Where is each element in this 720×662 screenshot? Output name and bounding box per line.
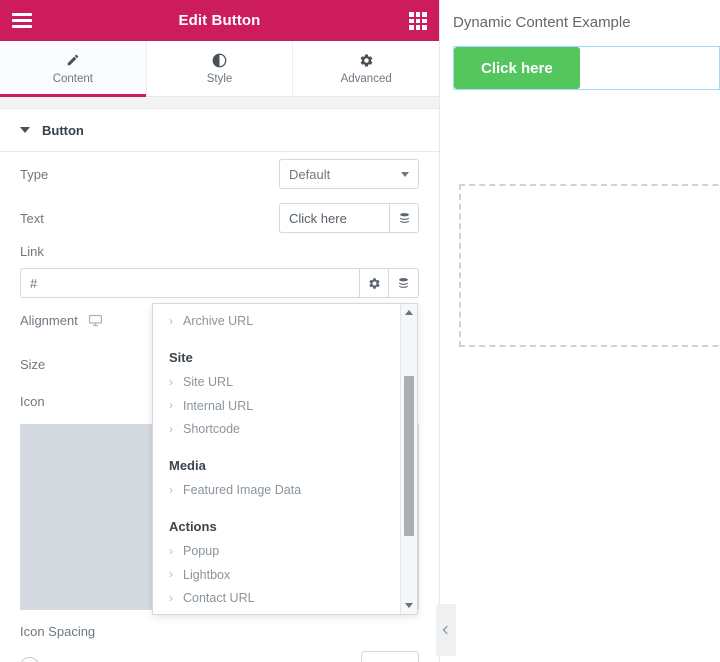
panel-tabs: Content Style Advanced xyxy=(0,41,439,97)
dropdown-item-contact-url[interactable]: Contact URL xyxy=(169,587,399,611)
dropdown-item-featured-image-data[interactable]: Featured Image Data xyxy=(169,479,399,503)
dropdown-item-lightbox[interactable]: Lightbox xyxy=(169,564,399,588)
scroll-up-icon[interactable] xyxy=(401,304,417,321)
dropdown-item-shortcode[interactable]: Shortcode xyxy=(169,418,399,442)
link-label: Link xyxy=(20,244,44,259)
dropdown-item-internal-url[interactable]: Internal URL xyxy=(169,395,399,419)
link-options-button[interactable] xyxy=(359,268,389,298)
icon-label: Icon xyxy=(20,393,45,409)
tab-content[interactable]: Content xyxy=(0,41,147,97)
elementor-editor-screen: Edit Button Content Style Advanced Butto… xyxy=(0,0,720,662)
chevron-left-icon xyxy=(442,625,452,635)
preview-page-title: Dynamic Content Example xyxy=(453,14,631,31)
contrast-icon xyxy=(212,52,227,68)
text-label: Text xyxy=(20,210,44,226)
tab-content-label: Content xyxy=(52,73,93,85)
tab-advanced[interactable]: Advanced xyxy=(293,41,439,96)
dropdown-item-popup[interactable]: Popup xyxy=(169,540,399,564)
dynamic-tags-dropdown[interactable]: Archive URL Site Site URL Internal URL S… xyxy=(152,303,418,615)
link-input-group xyxy=(20,268,419,298)
button-text-input[interactable] xyxy=(279,203,389,233)
preview-widget-wrapper[interactable]: Click here xyxy=(453,46,720,90)
dropdown-item-site-url[interactable]: Site URL xyxy=(169,371,399,395)
tab-style-label: Style xyxy=(206,73,233,85)
scroll-down-icon[interactable] xyxy=(401,597,417,614)
dropdown-item-archive-url[interactable]: Archive URL xyxy=(169,310,399,334)
gear-icon xyxy=(359,52,374,68)
type-select[interactable]: Default xyxy=(279,159,419,189)
link-input[interactable] xyxy=(20,268,359,298)
control-row-link: Link xyxy=(20,240,419,298)
editor-panel: Edit Button Content Style Advanced Butto… xyxy=(0,0,440,662)
desktop-icon[interactable] xyxy=(88,313,103,328)
alignment-label: Alignment xyxy=(20,312,78,328)
section-header-button[interactable]: Button xyxy=(0,109,439,152)
preview-click-here-button[interactable]: Click here xyxy=(454,47,580,89)
section-title: Button xyxy=(42,122,84,138)
icon-spacing-input[interactable] xyxy=(361,651,419,662)
tab-advanced-label: Advanced xyxy=(340,73,392,85)
alignment-label-wrap: Alignment xyxy=(20,313,103,328)
dropdown-group-actions: Actions xyxy=(169,518,217,534)
tab-separator-strip xyxy=(0,97,439,109)
grid-icon[interactable] xyxy=(409,12,427,30)
panel-header: Edit Button xyxy=(0,0,439,41)
chevron-down-icon xyxy=(401,171,409,177)
control-row-text: Text xyxy=(20,196,419,240)
caret-down-icon xyxy=(20,127,30,133)
text-input-group xyxy=(279,203,419,233)
type-label: Type xyxy=(20,166,49,182)
hamburger-icon[interactable] xyxy=(12,13,32,28)
pencil-icon xyxy=(66,52,80,68)
dropdown-scrollbar[interactable] xyxy=(400,304,417,614)
scrollbar-thumb[interactable] xyxy=(404,376,414,536)
preview-empty-section-placeholder[interactable] xyxy=(459,184,720,347)
dropdown-group-site: Site xyxy=(169,349,193,365)
control-row-type: Type Default xyxy=(20,152,419,196)
type-select-value: Default xyxy=(289,166,331,182)
text-dynamic-tags-button[interactable] xyxy=(389,203,419,233)
preview-canvas: Dynamic Content Example Click here xyxy=(441,0,720,662)
tab-style[interactable]: Style xyxy=(146,41,294,96)
panel-collapse-handle[interactable] xyxy=(436,604,456,656)
icon-spacing-label: Icon Spacing xyxy=(20,624,96,639)
link-dynamic-tags-button[interactable] xyxy=(389,268,419,298)
size-label: Size xyxy=(20,356,46,372)
dropdown-group-media: Media xyxy=(169,458,206,473)
icon-spacing-slider[interactable] xyxy=(20,656,349,662)
dynamic-tags-list: Archive URL Site Site URL Internal URL S… xyxy=(153,304,399,614)
icon-spacing-row xyxy=(20,651,419,662)
panel-title: Edit Button xyxy=(178,12,261,29)
slider-thumb[interactable] xyxy=(20,656,39,662)
